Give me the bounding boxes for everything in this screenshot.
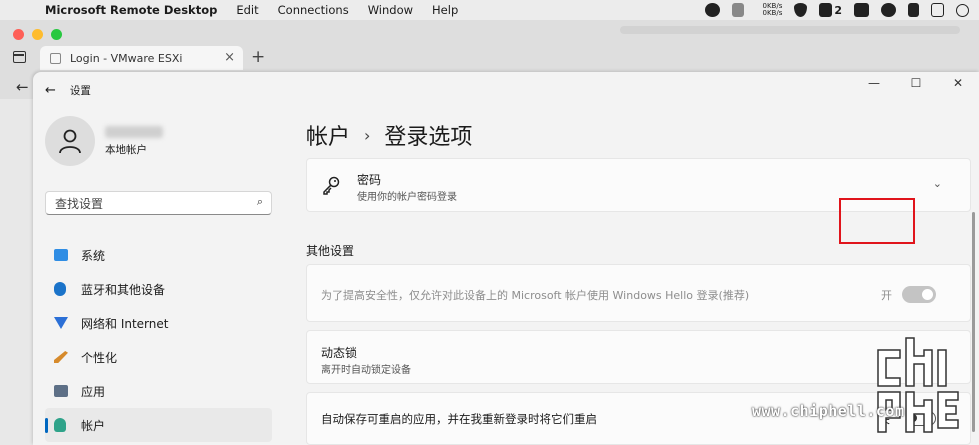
search-icon[interactable]: ⌕ bbox=[257, 195, 263, 209]
tab-title: Login - VMware ESXi bbox=[70, 51, 183, 65]
calendar-icon[interactable] bbox=[931, 3, 944, 17]
highlight-annotation bbox=[839, 198, 915, 244]
minimize-icon[interactable]: — bbox=[853, 72, 895, 94]
user-name-blurred bbox=[105, 125, 163, 138]
browser-back-icon[interactable]: ← bbox=[16, 78, 29, 96]
settings-title-bar: ← 设置 bbox=[45, 83, 91, 98]
nav-item-network[interactable]: 网络和 Internet bbox=[45, 306, 272, 340]
close-window-button[interactable] bbox=[13, 29, 24, 40]
window-controls: — ☐ ✕ bbox=[853, 72, 979, 94]
user-profile[interactable]: 本地帐户 bbox=[45, 116, 163, 166]
account-type: 本地帐户 bbox=[105, 143, 147, 156]
window-traffic-lights bbox=[13, 29, 62, 40]
back-arrow-icon[interactable]: ← bbox=[45, 83, 56, 98]
nav-item-system[interactable]: 系统 bbox=[45, 238, 272, 272]
key-icon bbox=[323, 176, 340, 195]
tab-bar: Login - VMware ESXi × + bbox=[0, 46, 979, 70]
close-icon[interactable]: ✕ bbox=[937, 72, 979, 94]
nav-label-system: 系统 bbox=[81, 248, 106, 263]
menu-help[interactable]: Help bbox=[432, 3, 458, 17]
brush-icon bbox=[54, 351, 68, 363]
dynamic-lock-subtitle: 离开时自动锁定设备 bbox=[321, 365, 411, 376]
password-subtitle: 使用你的帐户密码登录 bbox=[357, 192, 457, 203]
tab-esxi-login[interactable]: Login - VMware ESXi × bbox=[40, 46, 243, 70]
nav-item-apps[interactable]: 应用 bbox=[45, 374, 272, 408]
badge-app-icon bbox=[819, 3, 833, 17]
monitor-icon bbox=[54, 249, 68, 261]
person-icon bbox=[54, 418, 66, 432]
badge-count: 2 bbox=[834, 3, 842, 17]
nav-label-network: 网络和 Internet bbox=[81, 316, 169, 331]
maximize-icon[interactable]: ☐ bbox=[895, 72, 937, 94]
database-icon[interactable] bbox=[854, 3, 869, 17]
restart-apps-text: 自动保存可重启的应用，并在我重新登录时将它们重启 bbox=[321, 412, 597, 426]
password-title: 密码 bbox=[357, 173, 382, 187]
settings-window: — ☐ ✕ ← 设置 本地帐户 查找设置 ⌕ 系统 蓝牙和其他设备 网络和 In… bbox=[33, 72, 979, 445]
new-tab-button[interactable]: + bbox=[251, 47, 265, 67]
sidebar-toggle-icon[interactable] bbox=[13, 51, 26, 63]
other-settings-heading: 其他设置 bbox=[306, 244, 355, 258]
bluetooth-icon bbox=[54, 282, 66, 296]
clock-icon[interactable] bbox=[956, 3, 969, 17]
nav-item-personalization[interactable]: 个性化 bbox=[45, 340, 272, 374]
dynamic-lock-title: 动态锁 bbox=[321, 346, 358, 360]
zoom-window-button[interactable] bbox=[51, 29, 62, 40]
bookmark-icon[interactable] bbox=[908, 3, 919, 17]
settings-nav: 系统 蓝牙和其他设备 网络和 Internet 个性化 应用 帐户 bbox=[45, 238, 272, 442]
breadcrumb: 帐户 › 登录选项 bbox=[306, 119, 472, 151]
vmware-favicon-icon bbox=[50, 52, 61, 64]
chevron-down-icon[interactable]: ⌄ bbox=[933, 177, 942, 190]
shield-icon[interactable] bbox=[794, 3, 808, 17]
menu-app-name[interactable]: Microsoft Remote Desktop bbox=[45, 3, 217, 17]
breadcrumb-parent[interactable]: 帐户 bbox=[306, 119, 350, 151]
badge-app[interactable]: 2 bbox=[819, 3, 842, 17]
settings-title: 设置 bbox=[69, 85, 91, 97]
breadcrumb-separator: › bbox=[364, 125, 371, 145]
windows-hello-text: 为了提高安全性，仅允许对此设备上的 Microsoft 帐户使用 Windows… bbox=[321, 289, 750, 302]
search-input[interactable]: 查找设置 ⌕ bbox=[45, 191, 272, 215]
cat-icon[interactable] bbox=[732, 3, 745, 17]
minimize-window-button[interactable] bbox=[32, 29, 43, 40]
page-title: 登录选项 bbox=[384, 125, 473, 150]
menu-window[interactable]: Window bbox=[368, 3, 413, 17]
wechat-icon[interactable] bbox=[881, 3, 896, 17]
nav-label-personalization: 个性化 bbox=[81, 350, 118, 365]
avatar bbox=[45, 116, 95, 166]
blurred-area bbox=[620, 26, 960, 34]
scrollbar[interactable] bbox=[972, 212, 975, 432]
cloud-icon[interactable] bbox=[705, 3, 721, 17]
windows-hello-only-setting: 为了提高安全性，仅允许对此设备上的 Microsoft 帐户使用 Windows… bbox=[306, 264, 971, 322]
nav-item-bluetooth[interactable]: 蓝牙和其他设备 bbox=[45, 272, 272, 306]
windows-hello-toggle[interactable] bbox=[902, 286, 936, 303]
menu-connections[interactable]: Connections bbox=[278, 3, 349, 17]
nav-label-apps: 应用 bbox=[81, 384, 106, 399]
search-placeholder: 查找设置 bbox=[55, 196, 104, 211]
toggle-state-label: 开 bbox=[881, 289, 892, 302]
nav-label-bluetooth: 蓝牙和其他设备 bbox=[81, 282, 166, 297]
apps-icon bbox=[54, 385, 68, 397]
user-info: 本地帐户 bbox=[105, 125, 163, 157]
nav-label-accounts: 帐户 bbox=[81, 418, 106, 433]
net-download: 0KB/s bbox=[762, 9, 783, 17]
page-background bbox=[0, 99, 33, 445]
watermark-url: www.chiphell.com bbox=[752, 402, 905, 420]
network-speed: 0KB/s 0KB/s bbox=[756, 3, 782, 17]
wifi-icon bbox=[54, 317, 68, 329]
person-icon bbox=[59, 129, 81, 154]
mac-menu-bar: Microsoft Remote Desktop Edit Connection… bbox=[0, 0, 979, 20]
menu-edit[interactable]: Edit bbox=[236, 3, 258, 17]
tab-close-icon[interactable]: × bbox=[224, 50, 235, 65]
nav-item-accounts[interactable]: 帐户 bbox=[45, 408, 272, 442]
chiphell-watermark-logo bbox=[877, 337, 959, 433]
